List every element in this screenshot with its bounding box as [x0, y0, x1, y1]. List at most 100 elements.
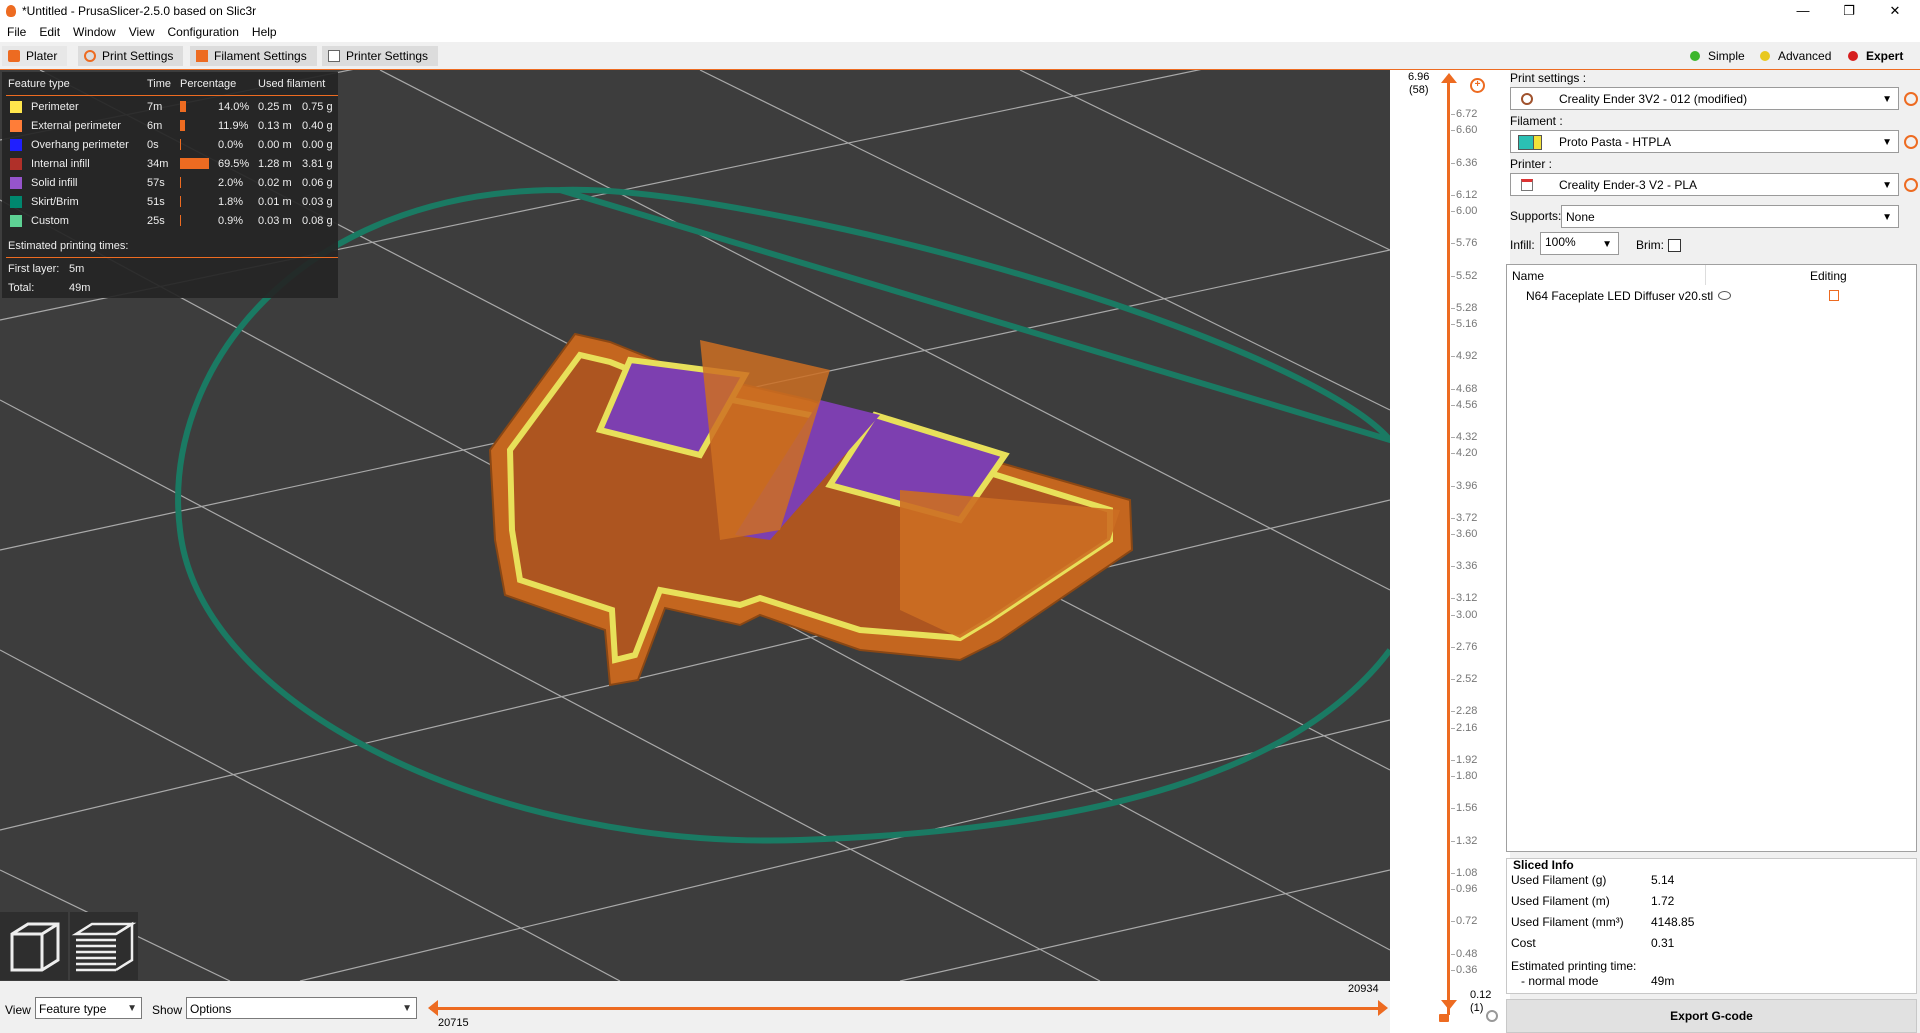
chevron-down-icon: ▼: [1882, 137, 1892, 148]
vertical-slider-track[interactable]: [1447, 80, 1450, 1015]
visibility-eye-icon[interactable]: [1718, 291, 1731, 300]
legend-row[interactable]: Skirt/Brim 51s 1.8% 0.01 m 0.03 g: [2, 193, 338, 212]
view-layers-icon[interactable]: [70, 912, 138, 980]
cog-icon[interactable]: [1486, 1010, 1498, 1022]
vslider-bottom-handle[interactable]: [1441, 1000, 1457, 1010]
cube-icon: [10, 922, 60, 972]
legend-time: 25s: [147, 215, 165, 227]
menu-file[interactable]: File: [0, 22, 32, 39]
layer-tick-mark: [1451, 889, 1455, 891]
view-select[interactable]: Feature type ▼: [35, 997, 142, 1019]
legend-row[interactable]: External perimeter 6m 11.9% 0.13 m 0.40 g: [2, 117, 338, 136]
layers-icon: [71, 921, 137, 972]
vslider-top-handle[interactable]: [1441, 73, 1457, 83]
close-button[interactable]: ✕: [1872, 0, 1918, 22]
first-layer-value: 5m: [69, 263, 85, 275]
legend-row[interactable]: Internal infill 34m 69.5% 1.28 m 3.81 g: [2, 155, 338, 174]
layer-tick-label: 3.60: [1456, 527, 1478, 540]
printer-icon: [328, 50, 340, 62]
tab-print-settings[interactable]: Print Settings: [78, 46, 184, 66]
legend-separator: [6, 95, 338, 96]
tab-plater[interactable]: Plater: [2, 46, 68, 66]
legend-feature-name: Skirt/Brim: [31, 196, 79, 208]
sliced-info-title: Sliced Info: [1513, 858, 1574, 872]
legend-feature-name: Perimeter: [31, 101, 79, 113]
print-settings-select[interactable]: Creality Ender 3V2 - 012 (modified) ▼: [1510, 87, 1899, 110]
hslider-right-value: 20934: [1348, 983, 1379, 995]
horizontal-slider-track[interactable]: [430, 1007, 1380, 1010]
plater-icon: [8, 50, 20, 62]
infill-select[interactable]: 100% ▼: [1540, 232, 1619, 255]
minimize-button[interactable]: —: [1780, 0, 1826, 22]
legend-est-title: Estimated printing times:: [8, 240, 129, 252]
mode-simple[interactable]: Simple: [1690, 46, 1745, 66]
normal-mode-value: 49m: [1651, 974, 1675, 988]
layer-tick-mark: [1451, 533, 1455, 535]
legend-row[interactable]: Overhang perimeter 0s 0.0% 0.00 m 0.00 g: [2, 136, 338, 155]
menu-edit[interactable]: Edit: [32, 22, 66, 39]
app-logo-icon: [6, 5, 16, 17]
brim-label: Brim:: [1636, 238, 1664, 252]
vslider-top-layer: (58): [1409, 84, 1429, 96]
legend-used-m: 1.28 m: [258, 158, 292, 170]
hslider-right-handle[interactable]: [1378, 1000, 1388, 1016]
maximize-button[interactable]: ❐: [1826, 0, 1872, 22]
edit-object-icon[interactable]: [1829, 290, 1839, 301]
legend-feature-name: Overhang perimeter: [31, 139, 129, 151]
menu-window[interactable]: Window: [66, 22, 122, 39]
print-settings-gear-icon[interactable]: [1904, 92, 1918, 106]
sliced-info-value: 5.14: [1651, 873, 1675, 887]
hslider-left-handle[interactable]: [428, 1000, 438, 1016]
show-select[interactable]: Options ▼: [186, 997, 417, 1019]
view-3d-icon[interactable]: [0, 912, 68, 980]
filament-value: Proto Pasta - HTPLA: [1559, 135, 1672, 149]
mode-advanced[interactable]: Advanced: [1760, 46, 1831, 66]
layer-tick-mark: [1451, 275, 1455, 277]
advanced-mode-dot-icon: [1760, 51, 1770, 61]
menu-help[interactable]: Help: [245, 22, 283, 39]
tab-filament-settings[interactable]: Filament Settings: [190, 46, 317, 66]
legend-row[interactable]: Perimeter 7m 14.0% 0.25 m 0.75 g: [2, 98, 338, 117]
layer-tick-label: 6.36: [1456, 156, 1478, 169]
legend-percentage-bar: [180, 158, 209, 169]
legend-percentage: 14.0%: [218, 101, 250, 113]
legend-used-m: 0.25 m: [258, 101, 292, 113]
total-label: Total:: [8, 282, 35, 294]
chevron-down-icon: ▼: [127, 1003, 137, 1014]
layer-tick-label: 2.16: [1456, 721, 1478, 734]
list-header-divider: [1705, 265, 1706, 285]
printer-select[interactable]: Creality Ender-3 V2 - PLA ▼: [1510, 173, 1899, 196]
list-item[interactable]: N64 Faceplate LED Diffuser v20.stl: [1507, 287, 1916, 305]
add-color-change-icon[interactable]: +: [1470, 78, 1485, 93]
filament-select[interactable]: Proto Pasta - HTPLA ▼: [1510, 130, 1899, 153]
normal-mode-label: - normal mode: [1521, 974, 1599, 988]
chevron-down-icon: ▼: [1882, 180, 1892, 191]
legend-percentage-bar: [180, 101, 186, 112]
printer-gear-icon[interactable]: [1904, 178, 1918, 192]
menu-configuration[interactable]: Configuration: [161, 22, 245, 39]
mode-expert[interactable]: Expert: [1848, 46, 1903, 66]
tab-printer-settings[interactable]: Printer Settings: [322, 46, 439, 66]
legend-row[interactable]: Custom 25s 0.9% 0.03 m 0.08 g: [2, 212, 338, 231]
layer-tick-mark: [1451, 437, 1455, 439]
export-gcode-button[interactable]: Export G-code: [1506, 999, 1917, 1033]
feature-legend: Feature type Time Percentage Used filame…: [2, 72, 338, 298]
layer-tick-mark: [1451, 566, 1455, 568]
layer-tick-label: 4.56: [1456, 398, 1478, 411]
legend-row[interactable]: Solid infill 57s 2.0% 0.02 m 0.06 g: [2, 174, 338, 193]
layer-tick-mark: [1451, 953, 1455, 955]
object-list: Name Editing N64 Faceplate LED Diffuser …: [1506, 264, 1917, 852]
supports-select[interactable]: None ▼: [1561, 205, 1899, 228]
brim-checkbox[interactable]: [1668, 239, 1681, 252]
layer-tick-mark: [1451, 808, 1455, 810]
layer-tick-label: 4.92: [1456, 350, 1478, 363]
legend-percentage: 1.8%: [218, 196, 244, 208]
menu-view[interactable]: View: [122, 22, 161, 39]
legend-percentage: 0.0%: [218, 139, 244, 151]
legend-color-swatch: [10, 101, 22, 113]
lock-icon[interactable]: [1439, 1014, 1449, 1022]
layer-tick-label: 4.20: [1456, 447, 1478, 460]
layer-tick-label: 4.32: [1456, 431, 1478, 444]
layer-tick-label: 1.80: [1456, 770, 1478, 783]
filament-gear-icon[interactable]: [1904, 135, 1918, 149]
